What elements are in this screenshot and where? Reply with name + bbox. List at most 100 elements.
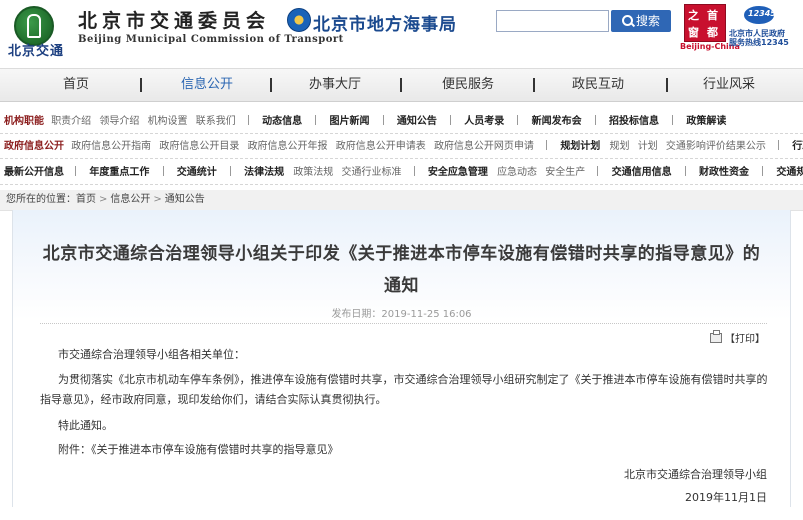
nav-divider (533, 78, 535, 92)
article-notice: 特此通知。 (58, 419, 113, 432)
submenu-section[interactable]: 安全应急管理 (428, 167, 488, 178)
nav-divider (270, 78, 272, 92)
submenu-link[interactable]: 机构设置 (148, 116, 188, 127)
capital-window-logo[interactable]: 之 首 窗 都 (684, 4, 726, 42)
breadcrumb-bar: 您所在的位置：首页 > 信息公开 > 通知公告 (0, 190, 803, 211)
nav-interaction[interactable]: 政民互动 (566, 69, 630, 101)
article-signer: 北京市交通综合治理领导小组 (624, 468, 767, 481)
submenu-divider (684, 166, 686, 176)
submenu-row-1: 机构职能 职责介绍 领导介绍 机构设置 联系我们 动态信息 图片新闻 通知公告 … (0, 111, 803, 134)
org-name-cn: 北京市交通委员会 (78, 10, 271, 32)
submenu-section[interactable]: 年度重点工作 (89, 167, 149, 178)
breadcrumb-item-info[interactable]: 信息公开 (110, 194, 150, 205)
submenu-link[interactable]: 规划 (610, 141, 630, 152)
submenu-section[interactable]: 动态信息 (262, 116, 302, 127)
nav-industry[interactable]: 行业风采 (697, 69, 761, 101)
breadcrumb-separator: > (153, 194, 162, 205)
hotline-caption: 北京市人民政府 服务热线12345 (729, 29, 801, 47)
submenu-link[interactable]: 政府信息公开网页申请 (434, 141, 534, 152)
submenu-divider (517, 115, 519, 125)
site-header: 北京交通 北京市交通委员会 Beijing Municipal Commissi… (0, 0, 803, 68)
submenu-divider (315, 115, 317, 125)
submenu-divider (247, 115, 249, 125)
capital-logo-char-1: 之 (688, 9, 699, 22)
submenu-link[interactable]: 领导介绍 (99, 116, 139, 127)
main-nav: 首页 信息公开 办事大厅 便民服务 政民互动 行业风采 (0, 68, 803, 102)
submenu-link[interactable]: 交通行业标准 (342, 167, 402, 178)
brand-text[interactable]: 北京交通 (8, 40, 64, 59)
nav-home[interactable]: 首页 (46, 69, 106, 101)
submenu-section[interactable]: 财政性资金 (699, 167, 749, 178)
nav-service-hall[interactable]: 办事大厅 (303, 69, 367, 101)
submenu-section[interactable]: 招投标信息 (609, 116, 659, 127)
submenu-section[interactable]: 政策解读 (686, 116, 726, 127)
article-border-right (790, 210, 791, 507)
print-label: 【打印】 (725, 334, 765, 345)
capital-logo-char-3: 窗 (688, 26, 699, 39)
capital-logo-char-2: 首 (707, 9, 718, 22)
submenu-divider (546, 140, 548, 150)
printer-icon (710, 330, 722, 343)
submenu-link[interactable]: 政策法规 (293, 167, 333, 178)
submenu-section[interactable]: 通知公告 (397, 116, 437, 127)
submenu-link[interactable]: 计划 (638, 141, 658, 152)
submenu-section[interactable]: 交通规费 (776, 167, 803, 178)
submenu-divider (672, 115, 674, 125)
submenu-category-gov-info[interactable]: 政府信息公开 (4, 141, 64, 152)
submenu-link[interactable]: 政府信息公开目录 (159, 141, 239, 152)
submenu-row-2: 政府信息公开 政府信息公开指南 政府信息公开目录 政府信息公开年报 政府信息公开… (0, 136, 803, 159)
nav-info-disclosure[interactable]: 信息公开 (175, 69, 239, 101)
search-button[interactable]: 搜索 (611, 10, 671, 32)
nav-divider (666, 78, 668, 92)
search-icon (621, 15, 633, 26)
hotline-caption-line1: 北京市人民政府 (729, 29, 785, 38)
search-button-label: 搜索 (635, 14, 660, 28)
nav-divider (140, 78, 142, 92)
org-name-en: Beijing Municipal Commission of Transpor… (78, 34, 344, 45)
submenu-link[interactable]: 政府信息公开申请表 (336, 141, 426, 152)
print-button[interactable]: 【打印】 (710, 330, 765, 345)
submenu-row-3: 最新公开信息 年度重点工作 交通统计 法律法规 政策法规 交通行业标准 安全应急… (0, 162, 803, 185)
submenu-link[interactable]: 交通影响评价结果公示 (666, 141, 766, 152)
nav-divider (400, 78, 402, 92)
maritime-emblem-icon (287, 8, 311, 32)
article-paragraph: 为贯彻落实《北京市机动车停车条例》，推进停车设施有偿错时共享，市交通综合治理领导… (40, 373, 768, 406)
submenu-divider (762, 166, 764, 176)
submenu-section[interactable]: 交通统计 (177, 167, 217, 178)
submenu-section-plans[interactable]: 规划计划 (560, 141, 600, 152)
maritime-bureau-name[interactable]: 北京市地方海事局 (313, 10, 457, 35)
capital-logo-char-4: 都 (707, 26, 718, 39)
title-divider (40, 323, 767, 324)
submenu-category-latest[interactable]: 最新公开信息 (4, 167, 64, 178)
submenu-section-penalties[interactable]: 行政处罚 (792, 141, 803, 152)
submenu-category-functions[interactable]: 机构职能 (4, 116, 44, 127)
breadcrumb-prefix: 您所在的位置： (6, 194, 76, 205)
submenu-link[interactable]: 安全生产 (545, 167, 585, 178)
submenu-divider (594, 115, 596, 125)
breadcrumb-item-notices[interactable]: 通知公告 (165, 194, 205, 205)
article-sign-date: 2019年11月1日 (685, 491, 767, 504)
submenu-divider (778, 140, 780, 150)
nav-public-service[interactable]: 便民服务 (436, 69, 500, 101)
breadcrumb-item-home[interactable]: 首页 (76, 194, 96, 205)
submenu-link[interactable]: 应急动态 (497, 167, 537, 178)
submenu-section[interactable]: 法律法规 (244, 167, 284, 178)
submenu-link[interactable]: 政府信息公开指南 (71, 141, 151, 152)
submenu-link[interactable]: 联系我们 (196, 116, 236, 127)
article-attachment-link[interactable]: 附件：《关于推进本市停车设施有偿错时共享的指导意见》 (58, 440, 339, 460)
submenu-divider (597, 166, 599, 176)
submenu-divider (75, 166, 77, 176)
submenu-link[interactable]: 职责介绍 (51, 116, 91, 127)
hotline-caption-line2: 服务热线12345 (729, 38, 789, 47)
publish-date: 发布日期：2019-11-25 16:06 (331, 309, 472, 320)
search-input[interactable] (496, 10, 609, 32)
submenu-section[interactable]: 图片新闻 (330, 116, 370, 127)
submenu-section[interactable]: 新闻发布会 (532, 116, 582, 127)
article-salutation: 市交通综合治理领导小组各相关单位： (58, 348, 245, 361)
submenu-link[interactable]: 政府信息公开年报 (248, 141, 328, 152)
submenu-divider (413, 166, 415, 176)
article-title: 北京市交通综合治理领导小组关于印发《关于推进本市停车设施有偿错时共享的指导意见》… (42, 244, 761, 296)
submenu-section[interactable]: 人员考录 (464, 116, 504, 127)
submenu-divider (450, 115, 452, 125)
submenu-section[interactable]: 交通信用信息 (612, 167, 672, 178)
